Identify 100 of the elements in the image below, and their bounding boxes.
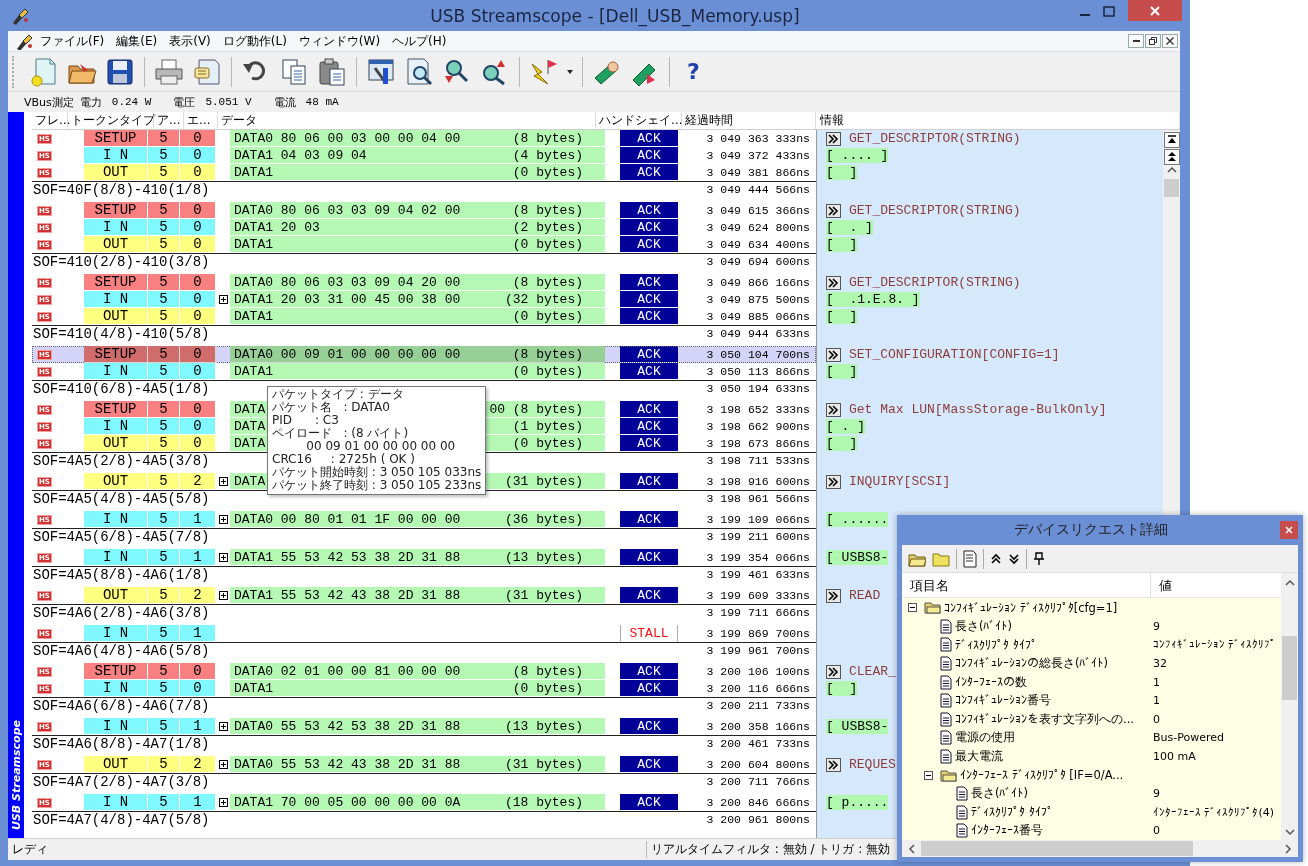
endpoint: 2 [180, 473, 216, 490]
app-icon [14, 32, 32, 50]
menu-item[interactable]: ヘルプ(H) [386, 32, 453, 50]
token-type: I N [84, 718, 148, 735]
packet-data: DATA [234, 435, 266, 451]
document-restore-button[interactable] [1145, 34, 1161, 48]
token-type: I N [84, 291, 148, 308]
pin-icon[interactable] [1033, 551, 1045, 566]
packet-data: DATA0 80 06 03 03 09 04 02 00 [234, 202, 461, 218]
scroll-down-icon[interactable] [1284, 829, 1295, 837]
packet-data: DATA1 [234, 164, 273, 180]
elapsed-time: 3 049 875 500ns [705, 292, 811, 308]
token-type: OUT [84, 164, 148, 181]
payload-text: [ ] [826, 165, 858, 180]
double-chevron-icon [826, 588, 841, 603]
maximize-icon[interactable] [1102, 6, 1116, 18]
scroll-thumb[interactable] [921, 841, 1193, 857]
field-name: ﾃﾞｨｽｸﾘﾌﾟﾀ ﾀｲﾌﾟ [971, 805, 1053, 820]
sof-marker: SOF=4A5(4/8)-4A5(5/8) [32, 491, 210, 507]
expand-icon[interactable] [218, 515, 228, 524]
document-minimize-button[interactable] [1128, 34, 1144, 48]
column-header[interactable]: ハンドシェイ… [596, 112, 682, 129]
document-icon [940, 749, 952, 764]
scroll-up-icon[interactable] [1284, 579, 1295, 587]
address: 5 [148, 308, 180, 325]
close-button[interactable] [1280, 520, 1298, 539]
endpoint: 0 [180, 680, 216, 697]
caret-icon[interactable] [566, 67, 574, 76]
double-chevron-icon [826, 402, 841, 417]
column-header[interactable]: 情報 [816, 112, 1180, 129]
tooltip-line: 00 09 01 00 00 00 00 00 [305, 440, 457, 453]
expand-icon[interactable] [218, 553, 228, 562]
sof-marker: SOF=4A5(8/8)-4A6(1/8) [32, 567, 210, 583]
menu-item[interactable]: 表示(V) [163, 32, 217, 50]
double-up-icon[interactable] [990, 552, 1002, 565]
packet-data: DATA1 [234, 680, 273, 696]
elapsed-time: 3 198 916 600ns [705, 474, 811, 490]
column-header[interactable]: ア… [154, 112, 184, 129]
field-value: Bus-Powered [1153, 731, 1224, 745]
document-close-button[interactable] [1162, 34, 1178, 48]
column-header[interactable]: 値 [1151, 573, 1281, 598]
column-header[interactable]: トークンタイプ [68, 112, 154, 129]
packet-data: DATA0 02 01 00 00 81 00 00 00 [234, 663, 461, 679]
page-up-icon[interactable] [1166, 152, 1177, 162]
paste-icon[interactable] [316, 55, 348, 88]
payload-text: [ .1.E.8. ] [826, 292, 920, 307]
expand-icon[interactable] [218, 798, 228, 807]
byte-count: 00 (8 bytes) [489, 401, 583, 417]
handshake-label: ACK [620, 663, 678, 680]
address: 5 [148, 346, 180, 363]
page-icon[interactable] [963, 549, 977, 568]
expand-icon[interactable] [218, 722, 228, 731]
document-icon [940, 693, 952, 709]
scroll-thumb[interactable] [1164, 179, 1179, 197]
double-down-icon[interactable] [1008, 552, 1020, 565]
menu-item[interactable]: ログ動作(L) [216, 32, 293, 50]
collapse-icon[interactable] [924, 770, 933, 780]
jump-top-icon[interactable] [1166, 135, 1177, 145]
packet-data: DATA1 [234, 363, 273, 379]
elapsed-time: 3 200 961 800ns [706, 812, 811, 828]
byte-count: (13 bytes) [505, 549, 583, 565]
endpoint: 0 [180, 346, 216, 363]
expand-icon[interactable] [218, 477, 228, 486]
address: 5 [148, 363, 180, 380]
handshake-label: ACK [620, 473, 678, 490]
tooltip-line: ペイロード : (8 バイト) [272, 427, 410, 440]
scroll-right-icon[interactable] [1285, 843, 1292, 854]
menu-item[interactable]: ウィンドウ(W) [292, 32, 387, 50]
close-button[interactable] [1128, 0, 1182, 21]
menu-item[interactable]: 編集(E) [110, 32, 164, 50]
payload-text: [ .... ] [826, 148, 889, 163]
collapse-icon[interactable] [908, 603, 917, 613]
column-header[interactable]: 項目名 [902, 573, 1151, 598]
expand-icon[interactable] [218, 591, 228, 600]
byte-count: (8 bytes) [512, 130, 583, 146]
close-icon [1285, 525, 1293, 534]
payload-text: [ . ] [826, 419, 865, 434]
expand-icon[interactable] [218, 295, 228, 304]
tooltip-line: CRC16 : 2725h ( OK ) [272, 453, 416, 466]
scroll-left-icon[interactable] [908, 843, 915, 854]
help-button[interactable]: ? [679, 59, 708, 84]
column-header[interactable]: エ… [184, 112, 218, 129]
byte-count: (2 bytes) [512, 219, 583, 235]
column-header[interactable]: データ [218, 112, 596, 129]
scroll-up-icon[interactable] [1166, 166, 1177, 174]
packet-data: DATA0 80 06 00 03 00 00 04 00 [234, 130, 461, 146]
address: 5 [148, 663, 180, 680]
expand-icon[interactable] [218, 760, 228, 769]
address: 5 [148, 291, 180, 308]
handshake-label: ACK [620, 274, 678, 291]
token-type: SETUP [84, 401, 148, 418]
handshake-label: ACK [620, 756, 678, 773]
packet-data: DATA0 55 53 42 43 38 2D 31 88 [234, 756, 461, 772]
elapsed-time: 3 199 461 633ns [706, 567, 811, 583]
menu-item[interactable]: ファイル(F) [34, 32, 111, 50]
column-header[interactable]: フレ… [32, 112, 68, 129]
address: 5 [148, 130, 180, 147]
scroll-thumb[interactable] [1282, 635, 1297, 700]
endpoint: 0 [180, 308, 216, 325]
byte-count: (0 bytes) [512, 308, 583, 324]
